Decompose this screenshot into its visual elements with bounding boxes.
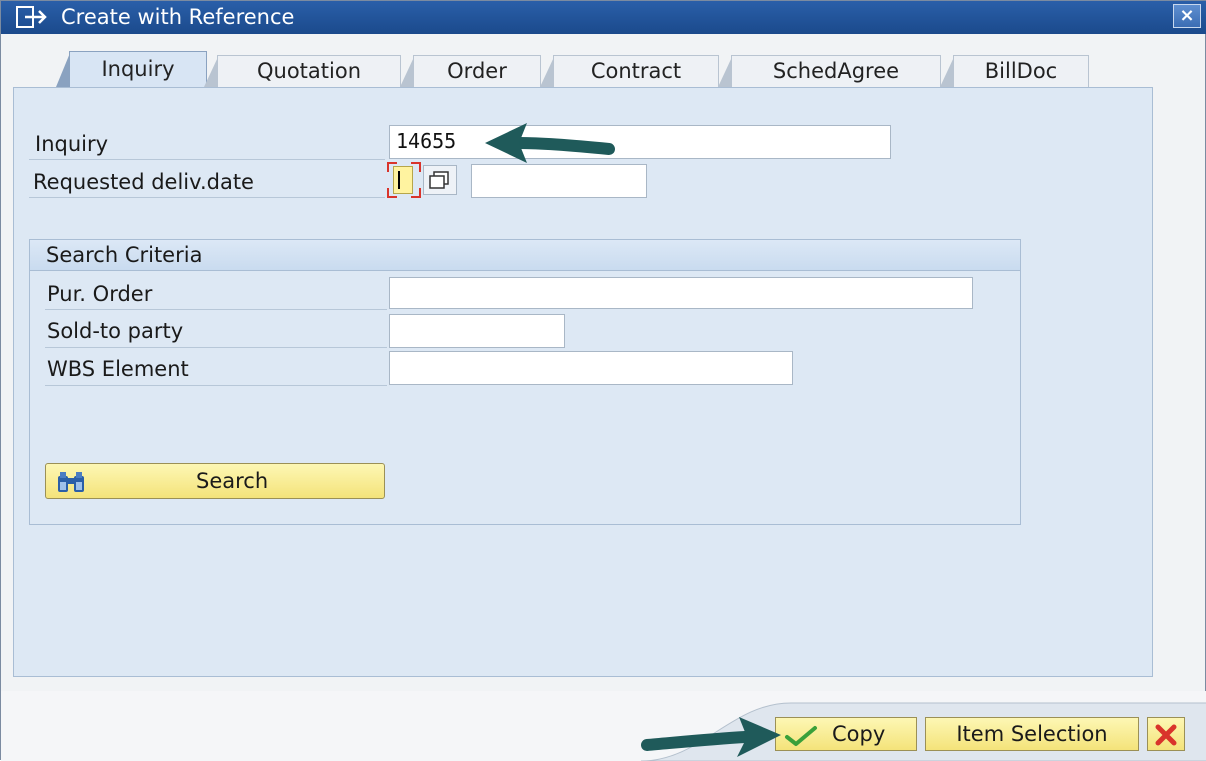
green-check-icon [784,724,818,756]
wbs-row-line [45,385,387,386]
pur-order-label: Pur. Order [47,282,153,306]
tab-inquiry[interactable]: Inquiry [56,51,207,87]
search-button[interactable]: Search [45,463,385,499]
value-help-button[interactable] [423,165,457,195]
create-with-reference-icon [15,5,51,33]
tab-contract[interactable]: Contract [540,55,719,87]
required-marker-corner [387,188,397,198]
sold-to-row-line [45,347,387,348]
inquiry-row-line [29,159,385,160]
requested-deliv-date-input[interactable] [387,162,421,198]
sold-to-party-label: Sold-to party [47,319,184,343]
annotation-arrow-copy-icon [641,717,781,757]
dialog-title: Create with Reference [61,5,295,29]
close-button[interactable]: × [1173,4,1201,28]
wbs-element-label: WBS Element [47,357,189,381]
binoculars-icon [56,470,86,498]
required-marker-corner [411,188,421,198]
required-marker-corner [387,162,397,172]
sold-to-party-input[interactable] [389,314,565,348]
search-button-label: Search [196,469,269,493]
title-bar: Create with Reference × [1,1,1206,34]
requested-deliv-date-label: Requested deliv.date [33,170,254,194]
inquiry-input[interactable]: 14655 [389,125,891,159]
tab-order[interactable]: Order [400,55,541,87]
annotation-arrow-inquiry-icon [485,123,615,163]
tab-billdoc[interactable]: BillDoc [940,55,1089,87]
required-marker-corner [411,162,421,172]
search-criteria-header: Search Criteria [30,240,1020,271]
pur-order-row-line [45,309,387,310]
copy-button[interactable]: Copy [775,717,917,751]
pur-order-input[interactable] [389,277,973,309]
value-help-icon [424,171,456,198]
cancel-button[interactable] [1147,717,1185,751]
req-date-row-line [29,197,385,198]
tab-schedagree[interactable]: SchedAgree [718,55,941,87]
wbs-element-input[interactable] [389,351,793,385]
text-cursor [398,171,400,189]
tab-quotation[interactable]: Quotation [204,55,401,87]
item-selection-button[interactable]: Item Selection [925,717,1139,751]
tab-strip: Inquiry Quotation Order Contract SchedAg… [1,49,1206,89]
red-x-icon [1154,723,1178,755]
search-criteria-title: Search Criteria [46,243,203,267]
create-with-reference-dialog: Create with Reference × Inquiry Quotatio… [0,0,1206,761]
inquiry-label: Inquiry [35,132,109,156]
copy-button-label: Copy [832,722,886,746]
